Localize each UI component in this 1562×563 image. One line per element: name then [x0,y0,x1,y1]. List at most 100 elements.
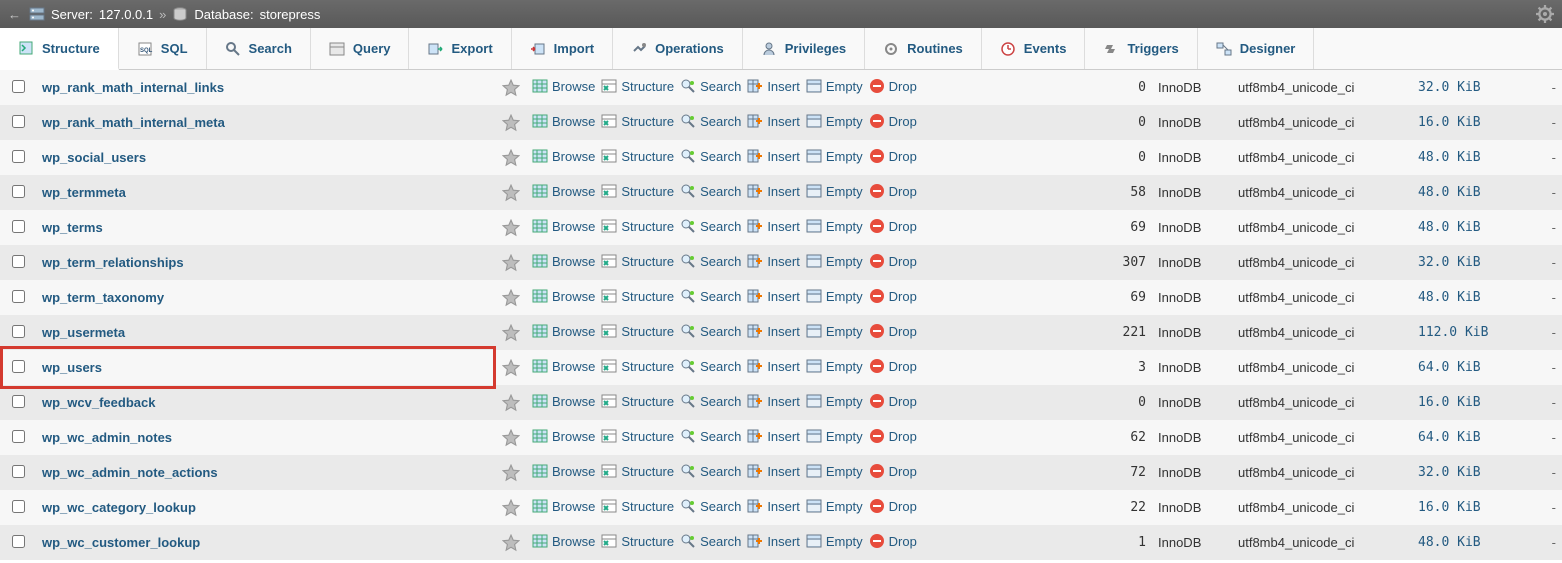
favorite-star-icon[interactable] [502,219,520,237]
browse-action[interactable]: Browse [532,323,595,339]
empty-action[interactable]: Empty [806,428,863,444]
structure-action[interactable]: Structure [601,393,674,409]
search-action[interactable]: Search [680,393,741,409]
row-checkbox[interactable] [12,500,25,513]
drop-action[interactable]: Drop [869,463,917,479]
table-name-link[interactable]: wp_wc_category_lookup [42,500,196,515]
table-name-link[interactable]: wp_terms [42,220,103,235]
row-checkbox[interactable] [12,255,25,268]
insert-action[interactable]: Insert [747,393,800,409]
empty-action[interactable]: Empty [806,113,863,129]
table-name-link[interactable]: wp_usermeta [42,325,125,340]
browse-action[interactable]: Browse [532,78,595,94]
search-action[interactable]: Search [680,183,741,199]
table-name-link[interactable]: wp_wc_admin_note_actions [42,465,218,480]
drop-action[interactable]: Drop [869,183,917,199]
insert-action[interactable]: Insert [747,428,800,444]
structure-action[interactable]: Structure [601,183,674,199]
row-checkbox[interactable] [12,430,25,443]
search-action[interactable]: Search [680,288,741,304]
drop-action[interactable]: Drop [869,78,917,94]
search-action[interactable]: Search [680,498,741,514]
structure-action[interactable]: Structure [601,428,674,444]
breadcrumb-server[interactable]: Server: 127.0.0.1 [29,6,153,22]
row-checkbox[interactable] [12,220,25,233]
drop-action[interactable]: Drop [869,358,917,374]
tab-designer[interactable]: Designer [1198,28,1315,69]
favorite-star-icon[interactable] [502,464,520,482]
table-name-link[interactable]: wp_rank_math_internal_links [42,80,224,95]
tab-import[interactable]: Import [512,28,613,69]
insert-action[interactable]: Insert [747,78,800,94]
favorite-star-icon[interactable] [502,184,520,202]
insert-action[interactable]: Insert [747,323,800,339]
table-name-link[interactable]: wp_termmeta [42,185,126,200]
structure-action[interactable]: Structure [601,358,674,374]
browse-action[interactable]: Browse [532,533,595,549]
row-checkbox[interactable] [12,395,25,408]
drop-action[interactable]: Drop [869,113,917,129]
favorite-star-icon[interactable] [502,534,520,552]
search-action[interactable]: Search [680,323,741,339]
structure-action[interactable]: Structure [601,148,674,164]
drop-action[interactable]: Drop [869,533,917,549]
row-checkbox[interactable] [12,290,25,303]
browse-action[interactable]: Browse [532,463,595,479]
empty-action[interactable]: Empty [806,533,863,549]
browse-action[interactable]: Browse [532,498,595,514]
table-name-link[interactable]: wp_rank_math_internal_meta [42,115,225,130]
drop-action[interactable]: Drop [869,323,917,339]
table-name-link[interactable]: wp_wcv_feedback [42,395,155,410]
tab-events[interactable]: Events [982,28,1086,69]
empty-action[interactable]: Empty [806,323,863,339]
search-action[interactable]: Search [680,533,741,549]
row-checkbox[interactable] [12,115,25,128]
tab-structure[interactable]: Structure [0,28,119,70]
insert-action[interactable]: Insert [747,183,800,199]
table-name-link[interactable]: wp_social_users [42,150,146,165]
insert-action[interactable]: Insert [747,113,800,129]
drop-action[interactable]: Drop [869,253,917,269]
favorite-star-icon[interactable] [502,359,520,377]
search-action[interactable]: Search [680,358,741,374]
drop-action[interactable]: Drop [869,218,917,234]
empty-action[interactable]: Empty [806,218,863,234]
search-action[interactable]: Search [680,113,741,129]
favorite-star-icon[interactable] [502,79,520,97]
tab-routines[interactable]: Routines [865,28,982,69]
empty-action[interactable]: Empty [806,288,863,304]
favorite-star-icon[interactable] [502,499,520,517]
favorite-star-icon[interactable] [502,114,520,132]
row-checkbox[interactable] [12,80,25,93]
row-checkbox[interactable] [12,465,25,478]
search-action[interactable]: Search [680,148,741,164]
favorite-star-icon[interactable] [502,149,520,167]
browse-action[interactable]: Browse [532,428,595,444]
search-action[interactable]: Search [680,463,741,479]
empty-action[interactable]: Empty [806,78,863,94]
table-name-link[interactable]: wp_users [42,360,102,375]
insert-action[interactable]: Insert [747,288,800,304]
empty-action[interactable]: Empty [806,253,863,269]
empty-action[interactable]: Empty [806,358,863,374]
breadcrumb-database[interactable]: Database: storepress [172,6,320,22]
favorite-star-icon[interactable] [502,394,520,412]
insert-action[interactable]: Insert [747,218,800,234]
tab-privileges[interactable]: Privileges [743,28,865,69]
gear-icon[interactable] [1536,5,1554,23]
structure-action[interactable]: Structure [601,253,674,269]
structure-action[interactable]: Structure [601,463,674,479]
insert-action[interactable]: Insert [747,253,800,269]
structure-action[interactable]: Structure [601,323,674,339]
drop-action[interactable]: Drop [869,428,917,444]
favorite-star-icon[interactable] [502,254,520,272]
tab-operations[interactable]: Operations [613,28,743,69]
search-action[interactable]: Search [680,218,741,234]
search-action[interactable]: Search [680,253,741,269]
empty-action[interactable]: Empty [806,148,863,164]
tab-search[interactable]: Search [207,28,311,69]
row-checkbox[interactable] [12,535,25,548]
structure-action[interactable]: Structure [601,288,674,304]
browse-action[interactable]: Browse [532,218,595,234]
insert-action[interactable]: Insert [747,148,800,164]
